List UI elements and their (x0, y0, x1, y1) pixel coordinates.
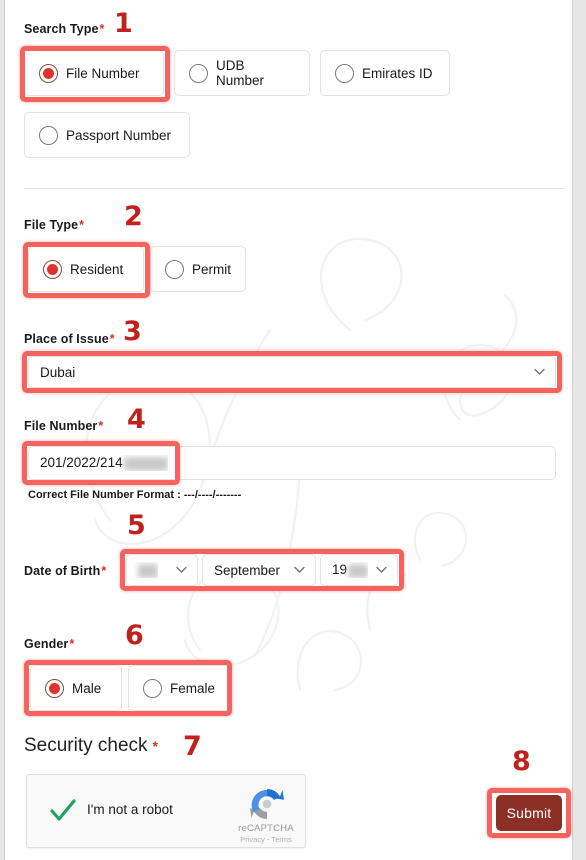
gender-required: * (69, 637, 75, 651)
section-divider (24, 188, 564, 189)
radio-male[interactable] (45, 678, 64, 698)
recaptcha-widget[interactable]: I'm not a robot reCAPTCHA Privacy - Term… (26, 774, 306, 848)
file-type-label-text: File Type (24, 218, 79, 232)
file-number-format-hint: Correct File Number Format : ---/----/--… (28, 489, 242, 501)
search-type-required: * (99, 22, 105, 36)
dob-day-value-wrap: 00 (127, 562, 158, 578)
chevron-down-icon (294, 566, 305, 574)
dob-year-value-wrap: 1900 (321, 562, 369, 578)
date-of-birth-day-select[interactable]: 00 (126, 554, 198, 586)
dob-day-redacted: 00 (138, 563, 158, 578)
search-type-option-passport-number[interactable]: Passport Number (24, 112, 190, 158)
gender-option-female[interactable]: Female (128, 665, 230, 711)
radio-resident[interactable] (43, 259, 62, 279)
place-of-issue-required: * (109, 332, 115, 346)
search-type-option-emirates-id[interactable]: Emirates ID (320, 50, 450, 96)
search-type-label-text: Search Type (24, 22, 99, 36)
security-check-required: * (152, 738, 158, 754)
file-type-option-label: Permit (192, 261, 232, 277)
file-type-required: * (79, 218, 85, 232)
recaptcha-terms-link[interactable]: Privacy - Terms (235, 835, 297, 844)
file-type-label: File Type* (24, 218, 84, 232)
radio-udb-number[interactable] (189, 63, 208, 83)
search-type-option-label: File Number (66, 65, 140, 81)
place-of-issue-select[interactable]: Dubai (28, 356, 556, 388)
file-number-label: File Number* (24, 419, 103, 433)
green-checkmark-icon (49, 798, 77, 824)
date-of-birth-year-select[interactable]: 1900 (320, 554, 398, 586)
file-type-option-resident[interactable]: Resident (28, 246, 144, 292)
chevron-down-icon (376, 566, 387, 574)
gender-label: Gender* (24, 637, 74, 651)
gender-option-label: Female (170, 680, 216, 696)
file-number-label-text: File Number (24, 419, 98, 433)
search-type-option-label: Passport Number (66, 127, 172, 143)
annotation-number-7: 7 (183, 731, 202, 762)
place-of-issue-label: Place of Issue* (24, 332, 115, 346)
search-type-option-file-number[interactable]: File Number (24, 50, 164, 96)
chevron-down-icon (534, 368, 545, 376)
file-number-input[interactable]: 201/2022/2140000 (28, 446, 556, 480)
file-number-required: * (98, 419, 104, 433)
search-type-option-label: Emirates ID (362, 65, 433, 81)
left-gutter (0, 0, 5, 860)
dob-year-redacted: 00 (348, 563, 369, 578)
date-of-birth-required: * (101, 564, 107, 578)
gender-option-male[interactable]: Male (30, 665, 122, 711)
radio-file-number[interactable] (39, 63, 58, 83)
annotation-number-3: 3 (123, 316, 142, 347)
search-type-option-label: UDB Number (216, 58, 265, 88)
radio-female[interactable] (143, 678, 162, 698)
search-type-option-udb-number[interactable]: UDB Number (174, 50, 310, 96)
recaptcha-logo-icon (247, 785, 287, 823)
file-number-redacted: 0000 (123, 456, 168, 471)
chevron-down-icon (176, 566, 187, 574)
dob-year-value: 19 (332, 562, 348, 578)
right-gutter (572, 0, 586, 860)
file-type-option-permit[interactable]: Permit (150, 246, 246, 292)
recaptcha-checkbox-label: I'm not a robot (87, 802, 173, 817)
annotation-number-5: 5 (127, 510, 146, 541)
security-check-heading: Security check * (24, 735, 158, 757)
submit-button[interactable]: Submit (496, 795, 562, 831)
annotation-number-8: 8 (512, 746, 531, 777)
date-of-birth-month-select[interactable]: September (202, 554, 316, 586)
gender-option-label: Male (72, 680, 102, 696)
annotation-number-2: 2 (124, 201, 143, 232)
date-of-birth-label: Date of Birth* (24, 564, 106, 578)
place-of-issue-label-text: Place of Issue (24, 332, 109, 346)
annotation-number-4: 4 (127, 404, 146, 435)
file-number-value-wrap: 201/2022/2140000 (29, 455, 168, 471)
form-page: Search Type* File Number UDB Number Emir… (0, 0, 586, 860)
file-number-value: 201/2022/214 (40, 455, 123, 471)
search-type-label: Search Type* (24, 22, 104, 36)
radio-permit[interactable] (165, 259, 184, 279)
file-type-option-label: Resident (70, 261, 124, 277)
radio-passport-number[interactable] (39, 125, 58, 145)
recaptcha-brand-text: reCAPTCHA (238, 823, 294, 834)
security-check-heading-text: Security check (24, 735, 148, 756)
radio-emirates-id[interactable] (335, 63, 354, 83)
gender-label-text: Gender (24, 637, 69, 651)
annotation-number-1: 1 (114, 8, 133, 39)
place-of-issue-value: Dubai (40, 364, 76, 380)
dob-month-value: September (214, 562, 281, 578)
annotation-number-6: 6 (125, 620, 144, 651)
date-of-birth-label-text: Date of Birth (24, 564, 101, 578)
